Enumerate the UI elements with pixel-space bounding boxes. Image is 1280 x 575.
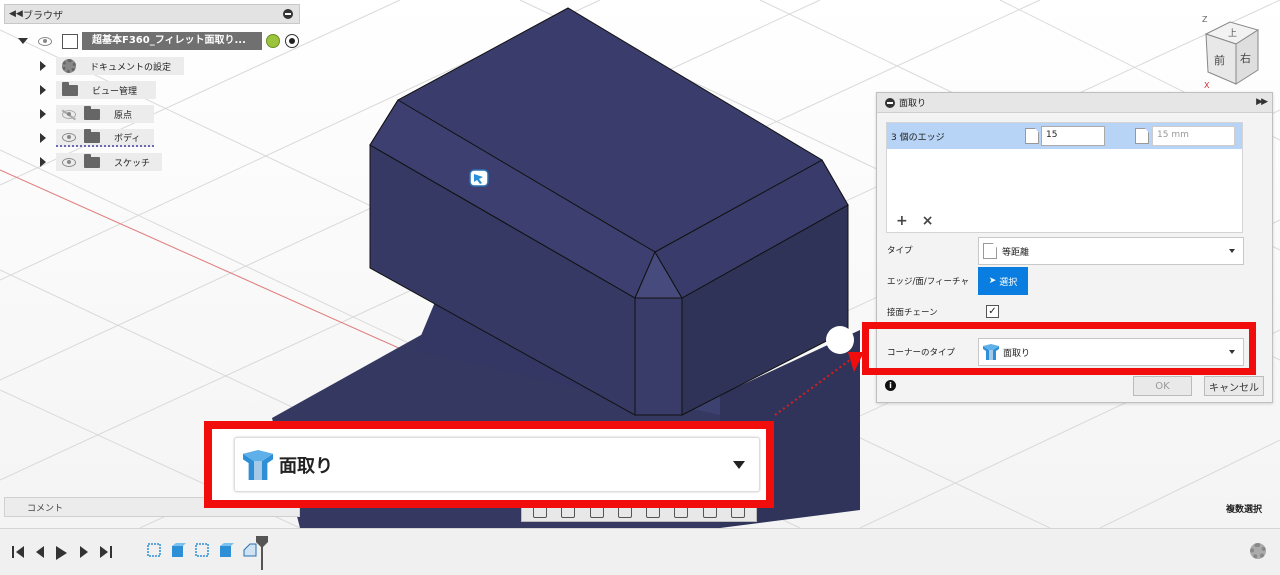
browser-panel-header[interactable]: ◀◀ ブラウザ <box>4 4 300 24</box>
folder-icon <box>84 128 100 143</box>
dialog-title: 面取り <box>899 99 927 109</box>
distance-icon <box>1135 128 1149 144</box>
go-to-end-icon[interactable] <box>100 546 112 558</box>
collapse-panel-icon[interactable]: ◀◀ <box>9 9 23 19</box>
timeline-marker[interactable] <box>256 536 268 570</box>
browser-item-view-management[interactable]: ビュー管理 <box>40 80 156 100</box>
info-icon[interactable]: i <box>885 380 896 391</box>
browser-item-label: スケッチ <box>114 158 151 169</box>
browser-item-label: ボディ <box>114 133 141 144</box>
select-button-label: 選択 <box>999 277 1018 288</box>
browser-item-sketches[interactable]: スケッチ <box>40 152 162 172</box>
comment-label: コメント <box>27 503 64 514</box>
root-component-label: 超基本F360_フィレット面取り... <box>82 32 262 50</box>
expand-triangle-icon[interactable] <box>40 61 46 71</box>
tangent-chain-checkbox[interactable]: ✓ <box>986 305 999 318</box>
expand-triangle-icon[interactable] <box>40 85 46 95</box>
select-edges-button[interactable]: ➤ 選択 <box>978 267 1028 295</box>
activate-radio-icon[interactable] <box>285 34 299 48</box>
browser-minimize-icon[interactable] <box>283 9 293 19</box>
browser-item-label: ビュー管理 <box>92 86 138 97</box>
distance-input[interactable]: 15 <box>1041 126 1105 146</box>
folder-icon <box>62 81 78 96</box>
expand-triangle-icon[interactable] <box>40 109 46 119</box>
zoomed-corner-type-select: 面取り <box>234 437 760 492</box>
gear-icon <box>62 59 76 73</box>
distance-icon <box>1025 128 1039 144</box>
visibility-eye-icon[interactable] <box>62 132 76 142</box>
browser-item-label: 原点 <box>114 110 133 121</box>
browser-item-label: ドキュメントの設定 <box>90 62 172 73</box>
edge-face-label: エッジ/面/フィーチャ <box>887 277 969 287</box>
hidden-eye-icon[interactable] <box>62 109 76 119</box>
view-cube[interactable]: 上 前 右 Z X <box>1200 14 1264 90</box>
type-select[interactable]: 等距離 <box>978 237 1244 265</box>
edge-count-label: 3 個のエッジ <box>891 132 945 143</box>
viewcube-axis-z: Z <box>1202 15 1208 24</box>
corner-type-highlight <box>862 322 1256 375</box>
type-label: タイプ <box>887 246 913 256</box>
component-icon <box>62 33 78 49</box>
sketch-feature-icon[interactable] <box>146 542 162 558</box>
cancel-button[interactable]: キャンセル <box>1204 376 1264 396</box>
second-distance-input[interactable]: 15 mm <box>1152 126 1235 146</box>
dialog-collapse-icon[interactable] <box>885 97 895 108</box>
active-badge-icon <box>266 34 280 48</box>
expand-triangle-icon[interactable] <box>40 133 46 143</box>
remove-icon[interactable]: × <box>922 213 934 229</box>
sketch-feature-icon[interactable] <box>194 542 210 558</box>
visibility-eye-icon[interactable] <box>62 157 76 167</box>
edge-selection-list: 3 個のエッジ 15 15 mm + × <box>886 122 1243 233</box>
extrude-feature-icon[interactable] <box>170 542 186 558</box>
ok-button[interactable]: OK <box>1133 376 1192 396</box>
dialog-header[interactable]: 面取り ▶▶ <box>877 93 1272 113</box>
chevron-down-icon <box>1229 249 1235 253</box>
selection-cursor-icon <box>469 169 489 187</box>
browser-item-bodies[interactable]: ボディ <box>40 128 154 148</box>
tangent-chain-label: 接面チェーン <box>887 308 938 318</box>
add-icon[interactable]: + <box>896 213 908 229</box>
expand-triangle-icon[interactable] <box>40 157 46 167</box>
zoom-callout: 面取り <box>204 421 774 508</box>
gear-icon[interactable] <box>1250 543 1266 559</box>
hole-cutout <box>826 326 854 354</box>
viewcube-right-label: 右 <box>1240 51 1251 65</box>
step-forward-icon[interactable] <box>78 546 90 558</box>
edge-row[interactable]: 3 個のエッジ 15 15 mm <box>887 123 1242 149</box>
type-value: 等距離 <box>1002 247 1030 258</box>
chamfer-corner-icon <box>243 449 273 480</box>
folder-icon <box>84 105 100 120</box>
chevron-down-icon <box>733 461 745 469</box>
viewcube-axis-x: X <box>1204 81 1210 90</box>
zoomed-corner-type-value: 面取り <box>279 455 333 477</box>
viewcube-front-label: 前 <box>1214 53 1225 67</box>
play-icon[interactable] <box>56 546 68 560</box>
browser-root-item[interactable]: 超基本F360_フィレット面取り... <box>18 32 299 50</box>
cursor-arrow-icon: ➤ <box>988 276 997 286</box>
browser-item-origin[interactable]: 原点 <box>40 104 154 124</box>
extrude-feature-icon[interactable] <box>218 542 234 558</box>
visibility-eye-icon[interactable] <box>38 36 52 46</box>
folder-icon <box>84 153 100 168</box>
expand-triangle-icon[interactable] <box>18 38 28 44</box>
viewcube-top-label: 上 <box>1228 28 1237 39</box>
type-icon <box>983 243 997 259</box>
browser-item-document-settings[interactable]: ドキュメントの設定 <box>40 56 184 76</box>
go-to-start-icon[interactable] <box>12 546 24 558</box>
step-back-icon[interactable] <box>34 546 46 558</box>
multi-select-status: 複数選択 <box>1225 505 1262 515</box>
browser-title: ブラウザ <box>23 10 63 22</box>
dialog-expand-icon[interactable]: ▶▶ <box>1256 97 1268 107</box>
timeline-bar <box>0 528 1280 575</box>
